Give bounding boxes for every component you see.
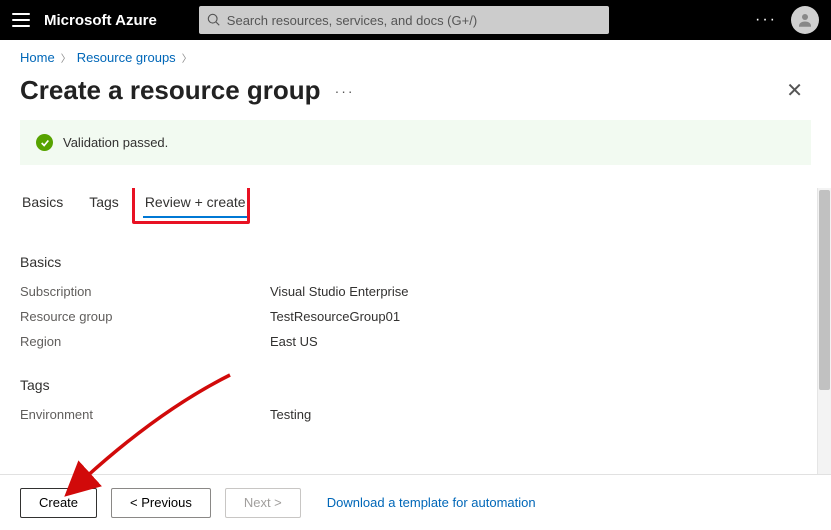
value-subscription: Visual Studio Enterprise bbox=[270, 284, 409, 299]
section-basics: Basics Subscription Visual Studio Enterp… bbox=[20, 254, 797, 349]
value-resource-group: TestResourceGroup01 bbox=[270, 309, 400, 324]
title-more-icon[interactable]: ··· bbox=[335, 83, 355, 99]
tab-basics[interactable]: Basics bbox=[20, 188, 65, 218]
chevron-right-icon: 〉 bbox=[182, 50, 192, 65]
value-environment: Testing bbox=[270, 407, 311, 422]
label-resource-group: Resource group bbox=[20, 309, 270, 324]
tabs: Basics Tags Review + create bbox=[20, 188, 797, 218]
kv-row: Resource group TestResourceGroup01 bbox=[20, 309, 797, 324]
next-button: Next > bbox=[225, 488, 301, 518]
label-subscription: Subscription bbox=[20, 284, 270, 299]
top-bar: Microsoft Azure Search resources, servic… bbox=[0, 0, 831, 40]
kv-row: Subscription Visual Studio Enterprise bbox=[20, 284, 797, 299]
breadcrumb: Home 〉 Resource groups 〉 bbox=[0, 40, 831, 69]
more-icon[interactable]: ··· bbox=[755, 11, 777, 29]
page-title: Create a resource group bbox=[20, 75, 321, 106]
menu-icon[interactable] bbox=[12, 13, 30, 27]
tab-review-create[interactable]: Review + create bbox=[143, 188, 248, 218]
global-search[interactable]: Search resources, services, and docs (G+… bbox=[199, 6, 609, 34]
section-tags: Tags Environment Testing bbox=[20, 377, 797, 422]
footer-bar: Create < Previous Next > Download a temp… bbox=[0, 474, 831, 530]
success-icon bbox=[36, 134, 53, 151]
search-icon bbox=[207, 13, 221, 27]
previous-button[interactable]: < Previous bbox=[111, 488, 211, 518]
brand-label: Microsoft Azure bbox=[44, 12, 157, 29]
user-avatar[interactable] bbox=[791, 6, 819, 34]
scrollbar-thumb[interactable] bbox=[819, 190, 830, 390]
breadcrumb-resource-groups[interactable]: Resource groups bbox=[77, 50, 176, 65]
validation-banner: Validation passed. bbox=[20, 120, 811, 165]
create-button[interactable]: Create bbox=[20, 488, 97, 518]
title-row: Create a resource group ··· ✕ bbox=[0, 69, 831, 120]
kv-row: Region East US bbox=[20, 334, 797, 349]
content-scroll: Basics Tags Review + create Basics Subsc… bbox=[0, 188, 817, 474]
scrollbar[interactable] bbox=[817, 188, 831, 474]
section-title-tags: Tags bbox=[20, 377, 797, 393]
kv-row: Environment Testing bbox=[20, 407, 797, 422]
close-icon[interactable]: ✕ bbox=[786, 78, 803, 103]
search-placeholder: Search resources, services, and docs (G+… bbox=[227, 13, 477, 28]
chevron-right-icon: 〉 bbox=[61, 50, 71, 65]
download-template-link[interactable]: Download a template for automation bbox=[327, 495, 536, 510]
label-environment: Environment bbox=[20, 407, 270, 422]
tab-tags[interactable]: Tags bbox=[87, 188, 121, 218]
value-region: East US bbox=[270, 334, 318, 349]
label-region: Region bbox=[20, 334, 270, 349]
validation-message: Validation passed. bbox=[63, 135, 168, 150]
section-title-basics: Basics bbox=[20, 254, 797, 270]
breadcrumb-home[interactable]: Home bbox=[20, 50, 55, 65]
